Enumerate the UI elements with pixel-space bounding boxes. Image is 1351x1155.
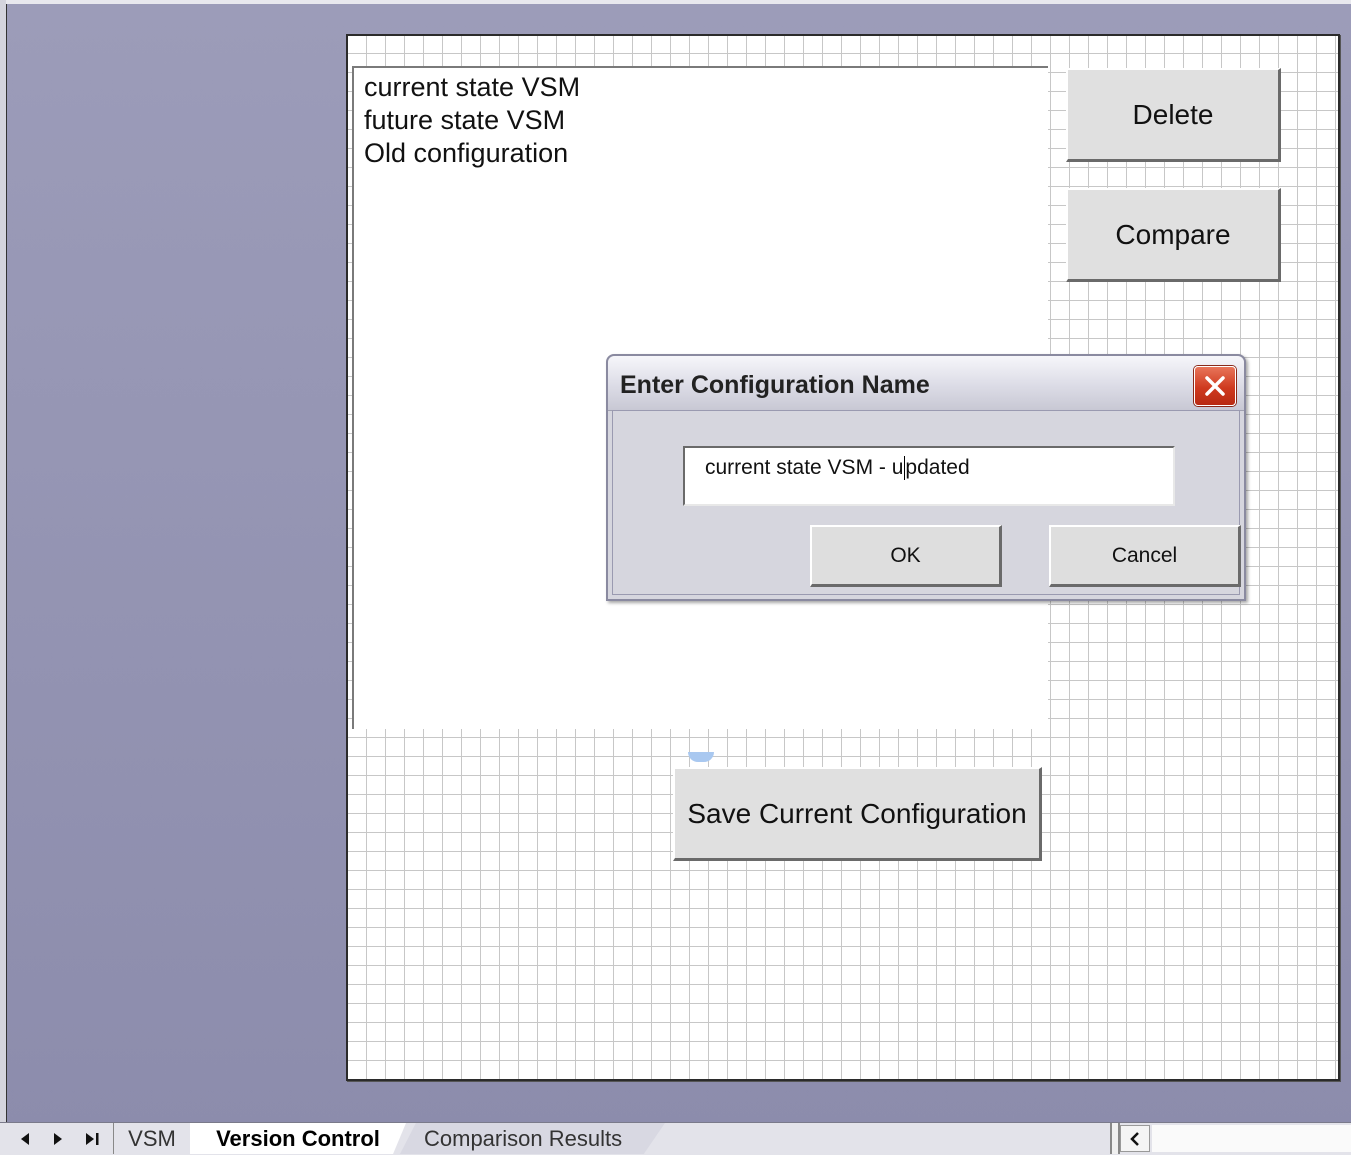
ok-button[interactable]: OK bbox=[810, 525, 1002, 587]
scroll-tabs-last-icon[interactable] bbox=[82, 1127, 104, 1151]
tab-split-handle[interactable] bbox=[1110, 1123, 1120, 1154]
save-current-configuration-button[interactable]: Save Current Configuration bbox=[673, 767, 1042, 861]
list-item[interactable]: future state VSM bbox=[354, 104, 1048, 137]
window-top-edge bbox=[6, 0, 1351, 4]
tab-vsm[interactable]: VSM bbox=[113, 1123, 191, 1154]
sheet-tab-bar: VSM Version Control Comparison Results bbox=[0, 1122, 1351, 1155]
cancel-button[interactable]: Cancel bbox=[1049, 525, 1241, 587]
list-item[interactable]: Old configuration bbox=[354, 137, 1048, 170]
scroll-tabs-right-icon[interactable] bbox=[47, 1127, 69, 1151]
horizontal-scrollbar[interactable] bbox=[1152, 1125, 1351, 1152]
delete-button[interactable]: Delete bbox=[1066, 68, 1281, 162]
configuration-name-input[interactable]: current state VSM - updated bbox=[683, 446, 1175, 506]
list-item[interactable]: current state VSM bbox=[354, 71, 1048, 104]
tab-version-control[interactable]: Version Control bbox=[190, 1123, 406, 1154]
scroll-tabs-left-icon[interactable] bbox=[14, 1127, 36, 1151]
dialog-titlebar[interactable]: Enter Configuration Name bbox=[608, 356, 1244, 411]
compare-button[interactable]: Compare bbox=[1066, 188, 1281, 282]
scroll-left-arrow-icon[interactable] bbox=[1120, 1125, 1150, 1152]
dialog-title: Enter Configuration Name bbox=[620, 371, 930, 399]
window-left-edge bbox=[0, 0, 7, 1122]
close-icon[interactable] bbox=[1194, 366, 1236, 406]
dialog-body: current state VSM - updated OK Cancel bbox=[612, 410, 1241, 595]
input-text-after-caret: pdated bbox=[905, 456, 970, 479]
tab-comparison-results[interactable]: Comparison Results bbox=[400, 1123, 665, 1154]
enter-configuration-name-dialog: Enter Configuration Name current state V… bbox=[606, 354, 1246, 601]
input-text-before-caret: current state VSM - u bbox=[705, 456, 904, 479]
